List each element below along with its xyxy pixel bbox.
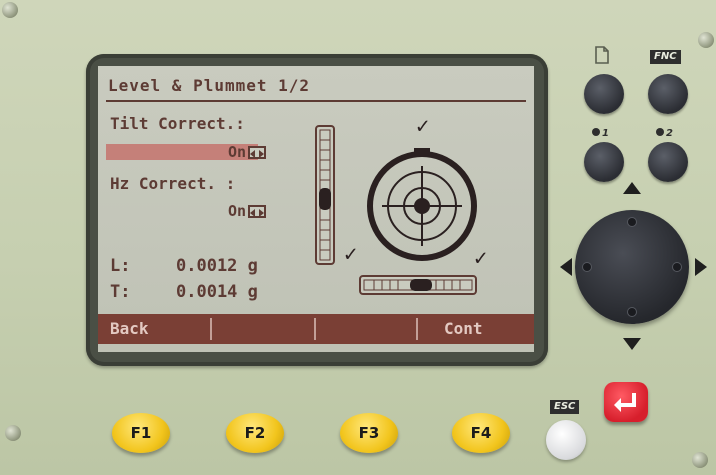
toggle-arrows-icon[interactable] <box>248 146 267 159</box>
f4-key[interactable]: F4 <box>452 413 510 453</box>
screw-bottom-right <box>692 452 708 468</box>
user1-button[interactable] <box>584 142 624 182</box>
vertical-bubble <box>319 188 331 210</box>
user-icon <box>656 127 664 136</box>
screen-title: Level & Plummet 1/2 <box>108 76 311 95</box>
nav-dot <box>628 218 636 226</box>
screw-bottom-left <box>5 425 21 441</box>
tilt-correction-label: Tilt Correct.: <box>110 114 245 133</box>
page-button[interactable] <box>584 74 624 114</box>
fnc-label: FNC <box>650 50 681 64</box>
f2-key[interactable]: F2 <box>226 413 284 453</box>
title-divider <box>106 100 526 102</box>
circular-level <box>367 148 477 261</box>
softkey-bar: Back Cont <box>98 314 534 344</box>
nav-dot <box>583 263 591 271</box>
enter-icon <box>614 393 636 412</box>
hz-correction-label: Hz Correct. : <box>110 174 236 193</box>
lcd-screen: Level & Plummet 1/2 Tilt Correct.: On Hz… <box>98 66 534 352</box>
esc-button[interactable] <box>546 420 586 460</box>
softkey-back[interactable]: Back <box>110 314 206 344</box>
user1-label: 1 <box>592 121 609 140</box>
check-top-icon: ✓ <box>416 114 430 139</box>
check-right-icon: ✓ <box>474 246 488 271</box>
user2-label: 2 <box>656 121 673 140</box>
l-label: L: <box>110 256 131 276</box>
esc-label: ESC <box>550 400 580 414</box>
t-value: 0.0014 g <box>176 282 258 302</box>
hz-correction-value: On <box>228 202 247 220</box>
softkey-f3[interactable] <box>318 314 414 344</box>
circular-bubble <box>414 198 430 214</box>
nav-dot <box>628 308 636 316</box>
tilt-correction-field[interactable]: On <box>228 143 267 161</box>
user2-button[interactable] <box>648 142 688 182</box>
nav-dot <box>673 263 681 271</box>
arrow-left-icon[interactable] <box>560 258 572 276</box>
screw-top-left <box>2 2 18 18</box>
fnc-button[interactable] <box>648 74 688 114</box>
instrument-panel: Level & Plummet 1/2 Tilt Correct.: On Hz… <box>0 0 716 475</box>
l-value: 0.0012 g <box>176 256 258 276</box>
horizontal-vial <box>359 275 477 295</box>
t-label: T: <box>110 282 131 302</box>
screw-top-right <box>698 32 714 48</box>
user-icon <box>592 127 600 136</box>
softkey-f2[interactable] <box>214 314 310 344</box>
softkey-cont[interactable]: Cont <box>444 314 530 344</box>
arrow-right-icon[interactable] <box>695 258 707 276</box>
f3-key[interactable]: F3 <box>340 413 398 453</box>
arrow-down-icon[interactable] <box>623 338 641 350</box>
check-left-icon: ✓ <box>344 242 358 267</box>
arrow-up-icon[interactable] <box>623 182 641 194</box>
toggle-arrows-icon[interactable] <box>248 205 267 218</box>
hz-correction-field[interactable]: On <box>228 202 267 220</box>
page-icon <box>595 46 609 64</box>
softkey-divider <box>314 318 316 340</box>
navigation-pad[interactable] <box>575 210 689 324</box>
electronic-level-graphic <box>315 125 477 295</box>
tilt-correction-value: On <box>228 143 247 161</box>
enter-button[interactable] <box>604 382 648 422</box>
horizontal-bubble <box>410 279 432 291</box>
vertical-vial <box>315 125 335 265</box>
softkey-divider <box>416 318 418 340</box>
f1-key[interactable]: F1 <box>112 413 170 453</box>
softkey-divider <box>210 318 212 340</box>
